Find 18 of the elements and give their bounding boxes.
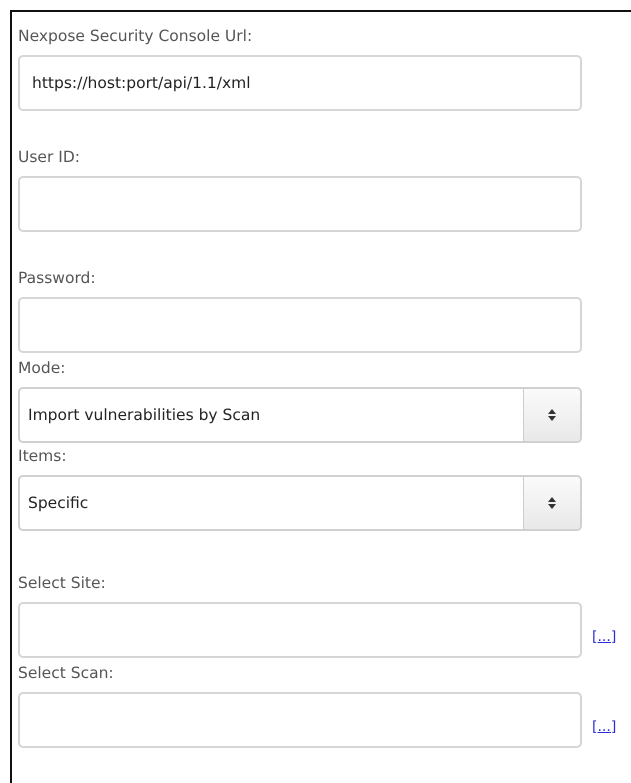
spinner-arrows-icon	[548, 409, 556, 421]
input-field[interactable]	[18, 692, 582, 748]
field-label: Mode:	[18, 358, 66, 379]
field-label: User ID:	[18, 147, 80, 168]
input-field[interactable]	[18, 297, 582, 353]
spinner-arrows-icon	[548, 497, 556, 509]
browse-link[interactable]: [...]	[592, 719, 616, 735]
field-label: Password:	[18, 268, 96, 289]
input-field[interactable]: https://host:port/api/1.1/xml	[18, 55, 582, 111]
dropdown[interactable]: Specific	[18, 475, 582, 531]
browse-link[interactable]: [...]	[592, 629, 616, 645]
field-label: Nexpose Security Console Url:	[18, 26, 252, 47]
input-field[interactable]	[18, 176, 582, 232]
input-field[interactable]	[18, 602, 582, 658]
field-label: Select Site:	[18, 573, 106, 594]
field-label: Select Scan:	[18, 663, 114, 684]
field-label: Items:	[18, 446, 67, 467]
dropdown[interactable]: Import vulnerabilities by Scan	[18, 387, 582, 443]
